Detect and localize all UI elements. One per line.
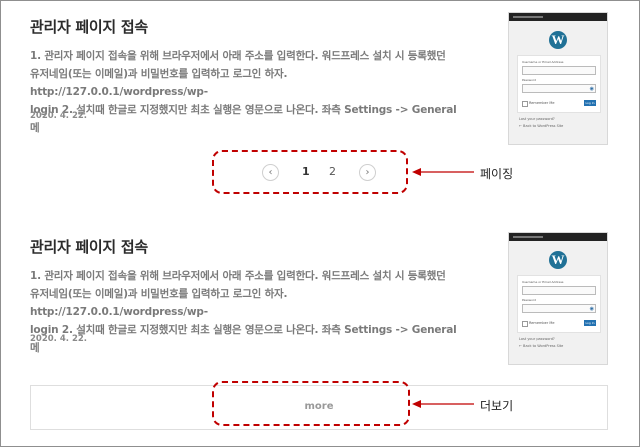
paging-callout-label: 페이징 [480,167,514,181]
more-callout-label: 더보기 [480,399,514,413]
annotation-arrows [412,168,474,408]
paging-arrow-head-icon [412,168,421,176]
more-arrow-head-icon [412,400,421,408]
